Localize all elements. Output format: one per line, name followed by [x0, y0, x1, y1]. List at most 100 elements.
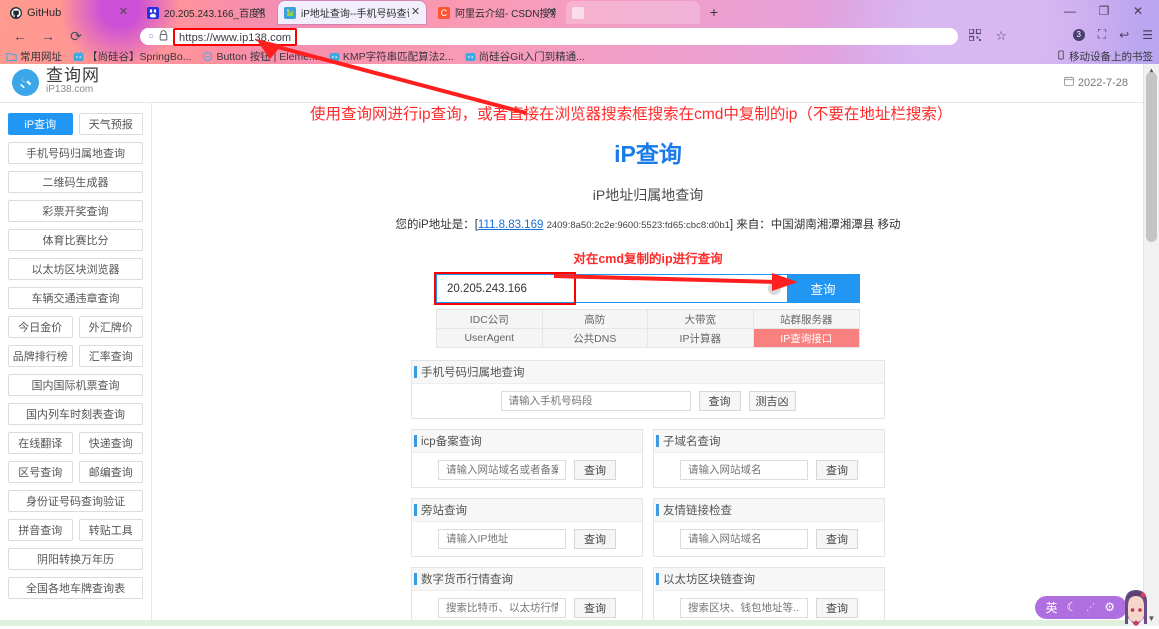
tag-ddos[interactable]: 高防 — [542, 310, 648, 329]
history-icon[interactable]: ↩ — [1119, 28, 1129, 42]
page-scrollbar[interactable]: ▲ ▼ — [1143, 64, 1159, 626]
bookmark-item[interactable]: 常用网址 — [6, 49, 62, 64]
sidebar-row: 阴阳转换万年历 — [8, 548, 143, 570]
sidebar-item-lunar-calendar[interactable]: 阴阳转换万年历 — [8, 548, 143, 570]
phone-fortune-button[interactable]: 测吉凶 — [748, 391, 796, 411]
ime-floating-bar[interactable]: 英 ☾ ⋰ ⚙ — [1035, 590, 1153, 626]
new-tab-button[interactable]: + — [706, 4, 722, 20]
dots-icon[interactable]: ⋰ — [1086, 602, 1095, 613]
sidebar-item-flight[interactable]: 国内国际机票查询 — [8, 374, 143, 396]
bookmarks-bar: 常用网址 【尚硅谷】SpringBo... Button 按钮 | Eleme.… — [0, 48, 1159, 64]
close-icon[interactable]: ✕ — [546, 7, 557, 18]
sidebar: iP查询 天气预报 手机号码归属地查询 二维码生成器 彩票开奖查询 体育比赛比分 … — [0, 103, 152, 626]
bookmark-item[interactable]: 【尚硅谷】SpringBo... — [73, 49, 191, 64]
sidebar-row: 国内列车时刻表查询 — [8, 403, 143, 425]
tag-ip-calculator[interactable]: IP计算器 — [648, 329, 754, 348]
sidebar-item-traffic-violation[interactable]: 车辆交通违章查询 — [8, 287, 143, 309]
sidebar-item-gold-price[interactable]: 今日金价 — [8, 316, 73, 338]
reload-icon[interactable]: ⟳ — [62, 28, 90, 45]
lock-icon — [159, 29, 168, 44]
panel-body: 查询 — [412, 522, 642, 556]
sidebar-item-eth-explorer[interactable]: 以太坊区块浏览器 — [8, 258, 143, 280]
maximize-button[interactable]: ❐ — [1087, 0, 1121, 22]
sidebar-item-exchange-rate[interactable]: 汇率查询 — [78, 345, 143, 367]
tag-bandwidth[interactable]: 大带宽 — [648, 310, 754, 329]
browser-tab-blank[interactable] — [566, 1, 700, 24]
crypto-input[interactable] — [438, 598, 566, 618]
friendly-link-input[interactable] — [680, 529, 808, 549]
sidebar-item-ip-query[interactable]: iP查询 — [8, 113, 73, 135]
sidebar-item-area-code[interactable]: 区号查询 — [8, 461, 73, 483]
sidebar-item-postcode[interactable]: 邮编查询 — [78, 461, 143, 483]
sibling-site-input[interactable] — [438, 529, 566, 549]
browser-tab-csdn[interactable]: C 阿里云介绍- CSDN搜索 ✕ — [432, 1, 562, 24]
friendly-link-query-button[interactable]: 查询 — [816, 529, 858, 549]
sidebar-item-qrcode[interactable]: 二维码生成器 — [8, 171, 143, 193]
back-icon[interactable]: ← — [6, 28, 34, 44]
anime-avatar-icon[interactable] — [1119, 588, 1153, 626]
bookmark-label: 【尚硅谷】SpringBo... — [87, 50, 192, 63]
gear-icon[interactable]: ⚙ — [1104, 600, 1115, 614]
subdomain-input[interactable] — [680, 460, 808, 480]
extensions-badge[interactable]: 3 — [1072, 28, 1085, 41]
sidebar-item-phone-location[interactable]: 手机号码归属地查询 — [8, 142, 143, 164]
panel-sibling-sites: 旁站查询 查询 — [411, 498, 643, 557]
panel-pair-row: icp备案查询 查询 子域名查询 查询 — [411, 429, 885, 498]
sibling-site-query-button[interactable]: 查询 — [574, 529, 616, 549]
eth-input[interactable] — [680, 598, 808, 618]
sidebar-item-forex[interactable]: 外汇牌价 — [78, 316, 143, 338]
bookmark-star-icon[interactable]: ☆ — [995, 28, 1007, 44]
sidebar-row: 彩票开奖查询 — [8, 200, 143, 222]
sidebar-item-repost-tool[interactable]: 转贴工具 — [78, 519, 143, 541]
forward-icon[interactable]: → — [34, 28, 62, 44]
sidebar-item-sports-score[interactable]: 体育比赛比分 — [8, 229, 143, 251]
subdomain-query-button[interactable]: 查询 — [816, 460, 858, 480]
tag-idc[interactable]: IDC公司 — [437, 310, 543, 329]
sidebar-item-express[interactable]: 快递查询 — [78, 432, 143, 454]
from-label: 来自： — [736, 219, 771, 231]
icp-input[interactable] — [438, 460, 566, 480]
sidebar-item-pinyin[interactable]: 拼音查询 — [8, 519, 73, 541]
sidebar-item-weather[interactable]: 天气预报 — [78, 113, 143, 135]
tag-useragent[interactable]: UserAgent — [437, 329, 543, 348]
eth-query-button[interactable]: 查询 — [816, 598, 858, 618]
tag-public-dns[interactable]: 公共DNS — [542, 329, 648, 348]
window-close-button[interactable]: ✕ — [1121, 0, 1155, 22]
your-ipv6: 2409:8a50:2c2e:9600:5523:fd65:cbc8:d0b1 — [546, 220, 730, 231]
sidebar-item-translate[interactable]: 在线翻译 — [8, 432, 73, 454]
close-icon[interactable]: ✕ — [255, 7, 266, 18]
mobile-bookmarks-item[interactable]: 移动设备上的书签 — [1056, 48, 1153, 64]
tag-ip-api[interactable]: IP查询接口 — [753, 329, 859, 348]
phone-query-button[interactable]: 查询 — [698, 391, 741, 411]
qr-icon[interactable] — [968, 27, 982, 44]
browser-tab-baidu[interactable]: 20.205.243.166_百度搜索 ✕ — [141, 1, 271, 24]
sidebar-item-id-card[interactable]: 身份证号码查询验证 — [8, 490, 143, 512]
close-icon[interactable]: ✕ — [410, 7, 421, 18]
close-icon[interactable]: ✕ — [118, 7, 129, 18]
moon-icon[interactable]: ☾ — [1066, 600, 1077, 614]
your-ipv4-link[interactable]: 111.8.83.169 — [478, 219, 543, 231]
screenshot-icon[interactable]: ⛶ — [1098, 27, 1106, 42]
sidebar-item-plate-number[interactable]: 全国各地车牌查询表 — [8, 577, 143, 599]
site-logo[interactable]: 查询网 iP138.com — [12, 67, 100, 96]
icp-query-button[interactable]: 查询 — [574, 460, 616, 480]
sidebar-item-lottery[interactable]: 彩票开奖查询 — [8, 200, 143, 222]
panel-title: icp备案查询 — [412, 430, 642, 453]
browser-tab-github[interactable]: GitHub ✕ — [4, 1, 134, 24]
blank-icon — [572, 6, 584, 19]
crypto-query-button[interactable]: 查询 — [574, 598, 616, 618]
sidebar-item-brand-rank[interactable]: 品牌排行榜 — [8, 345, 73, 367]
menu-icon[interactable]: ☰ — [1142, 28, 1153, 42]
sidebar-row: 体育比赛比分 — [8, 229, 143, 251]
ime-mode-label[interactable]: 英 — [1045, 599, 1057, 616]
phone-input[interactable] — [500, 391, 691, 411]
browser-tab-ip138[interactable]: iP地址查询--手机号码查询与归... ✕ — [278, 1, 426, 24]
sidebar-row: 以太坊区块浏览器 — [8, 258, 143, 280]
minimize-button[interactable]: — — [1053, 0, 1087, 22]
sidebar-item-train-timetable[interactable]: 国内列车时刻表查询 — [8, 403, 143, 425]
tag-server-cluster[interactable]: 站群服务器 — [753, 310, 859, 329]
scrollbar-thumb[interactable] — [1146, 72, 1157, 242]
ime-pill[interactable]: 英 ☾ ⋰ ⚙ — [1035, 595, 1127, 619]
shield-icon[interactable]: ○ — [148, 31, 154, 42]
date-text: 2022-7-28 — [1077, 76, 1128, 89]
